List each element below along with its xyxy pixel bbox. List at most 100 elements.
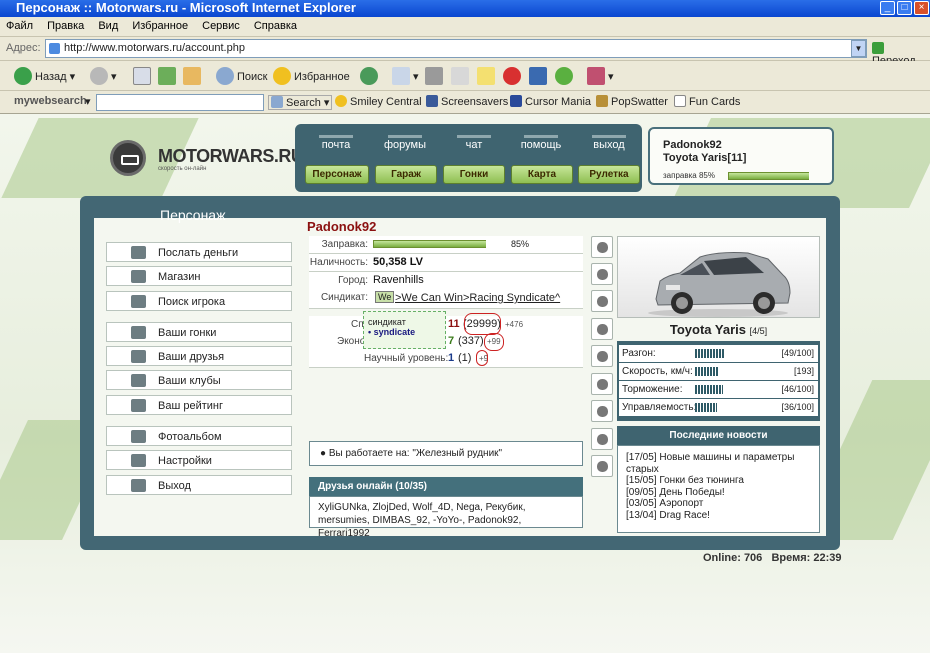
nav-forums[interactable]: форумы bbox=[376, 135, 434, 151]
close-button[interactable]: × bbox=[914, 1, 929, 15]
nav-character-button[interactable]: Персонаж bbox=[305, 165, 369, 184]
forward-button[interactable]: ▾ bbox=[90, 67, 117, 85]
nav-chat[interactable]: чат bbox=[445, 135, 503, 151]
favorites-button[interactable]: Избранное bbox=[273, 67, 350, 85]
menu-send-money[interactable]: Послать деньги bbox=[106, 242, 292, 262]
menu-your-clubs[interactable]: Ваши клубы bbox=[106, 370, 292, 390]
mywebsearch-logo: mywebsearch bbox=[14, 95, 87, 107]
science-level: 1 bbox=[448, 352, 455, 364]
notes-icon bbox=[477, 67, 495, 85]
search-button[interactable]: Поиск bbox=[216, 67, 267, 85]
nav-roulette-button[interactable]: Рулетка bbox=[578, 165, 640, 184]
turbo-icon[interactable] bbox=[591, 400, 613, 422]
print-button[interactable] bbox=[425, 67, 443, 85]
menu-exit[interactable]: Выход bbox=[106, 475, 292, 495]
menu-file[interactable]: Файл bbox=[0, 17, 38, 32]
fuel-percent: 85% bbox=[511, 239, 530, 249]
menu-your-friends[interactable]: Ваши друзья bbox=[106, 346, 292, 366]
search-toolbar: mywebsearch ▾ Search ▾ Smiley Central Sc… bbox=[0, 91, 930, 114]
cursor-icon bbox=[510, 95, 522, 107]
car-stats-table: Разгон: [49/100] Скорость, км/ч: [193] Т… bbox=[617, 341, 820, 421]
menu-favorites[interactable]: Избранное bbox=[126, 17, 193, 32]
menu-your-races[interactable]: Ваши гонки bbox=[106, 322, 292, 342]
menu-photo-album[interactable]: Фотоальбом bbox=[106, 426, 292, 446]
news-item[interactable]: [03/05] Аэропорт bbox=[626, 498, 811, 510]
wheel-rim-icon[interactable] bbox=[591, 373, 613, 395]
web-search-button[interactable]: Search ▾ bbox=[268, 95, 333, 110]
site-logo[interactable]: MOTORWARS.RU скорость он-лайн bbox=[110, 140, 304, 176]
history-button[interactable] bbox=[360, 67, 381, 85]
news-item[interactable]: [13/04] Drag Race! bbox=[626, 510, 811, 522]
link-fun-cards[interactable]: Fun Cards bbox=[674, 95, 740, 108]
section-title: Персонаж bbox=[160, 207, 226, 223]
news-item[interactable]: [15/05] Гонки без тюнинга bbox=[626, 475, 811, 487]
print-icon bbox=[425, 67, 443, 85]
translate-button[interactable]: ▾ bbox=[587, 67, 614, 85]
menu-bar: Файл Правка Вид Избранное Сервис Справка bbox=[0, 17, 930, 37]
nav-logout[interactable]: выход bbox=[580, 135, 638, 151]
menu-edit[interactable]: Правка bbox=[41, 17, 89, 32]
browser-toolbar: Назад ▾ ▾ Поиск Избранное ▾ ▾ bbox=[0, 61, 930, 91]
tool-button-2[interactable] bbox=[555, 67, 576, 85]
nav-races-button[interactable]: Гонки bbox=[443, 165, 505, 184]
spark-plug-icon[interactable] bbox=[591, 290, 613, 312]
work-status: ● Вы работаете на: "Железный рудник" bbox=[309, 441, 583, 466]
camera-icon bbox=[131, 430, 146, 443]
window-title-bar: Персонаж :: Motorwars.ru - Microsoft Int… bbox=[0, 0, 930, 17]
tire-icon[interactable] bbox=[591, 263, 613, 285]
at-sign-icon bbox=[503, 67, 521, 85]
link-screensavers[interactable]: Screensavers bbox=[426, 95, 508, 108]
tool-button-1[interactable] bbox=[529, 67, 547, 85]
brake-disc-icon[interactable] bbox=[591, 345, 613, 367]
back-arrow-icon bbox=[14, 67, 32, 85]
link-smiley-central[interactable]: Smiley Central bbox=[335, 95, 422, 108]
stop-button[interactable] bbox=[133, 67, 151, 85]
economy-label: Эконо bbox=[337, 336, 366, 347]
friends-header: Друзья онлайн (10/35) bbox=[309, 477, 583, 496]
refresh-button[interactable] bbox=[158, 67, 176, 85]
edit-button[interactable] bbox=[451, 67, 469, 85]
tool-icon bbox=[529, 67, 547, 85]
stat-bar bbox=[695, 385, 723, 394]
spoiler-icon[interactable] bbox=[591, 318, 613, 340]
maximize-button[interactable]: □ bbox=[897, 1, 912, 15]
forward-arrow-icon bbox=[90, 67, 108, 85]
magnifier-icon bbox=[131, 295, 146, 308]
nav-help[interactable]: помощь bbox=[512, 135, 570, 151]
news-item[interactable]: [17/05] Новые машины и параметры старых bbox=[626, 452, 811, 475]
nav-map-button[interactable]: Карта bbox=[511, 165, 573, 184]
stat-braking: Торможение: [46/100] bbox=[619, 381, 818, 398]
nav-mail[interactable]: почта bbox=[307, 135, 365, 151]
engine-icon[interactable] bbox=[591, 428, 613, 450]
menu-tools[interactable]: Сервис bbox=[196, 17, 245, 32]
shock-absorber-icon[interactable] bbox=[591, 236, 613, 258]
address-dropdown-icon[interactable]: ▼ bbox=[851, 40, 866, 57]
menu-settings[interactable]: Настройки bbox=[106, 450, 292, 470]
chevron-down-icon[interactable]: ▾ bbox=[85, 95, 91, 108]
friends-list[interactable]: XyliGUNka, ZlojDed, Wolf_4D, Nega, Рекуб… bbox=[309, 496, 583, 539]
address-input[interactable]: http://www.motorwars.ru/account.php bbox=[45, 39, 867, 58]
link-popswatter[interactable]: PopSwatter bbox=[596, 95, 668, 108]
nitro-icon[interactable] bbox=[591, 455, 613, 477]
menu-your-rating[interactable]: Ваш рейтинг bbox=[106, 395, 292, 415]
home-button[interactable] bbox=[183, 67, 201, 85]
link-cursor-mania[interactable]: Cursor Mania bbox=[510, 95, 591, 108]
star-icon bbox=[273, 67, 291, 85]
menu-view[interactable]: Вид bbox=[92, 17, 123, 32]
menu-find-player[interactable]: Поиск игрока bbox=[106, 291, 292, 311]
back-button[interactable]: Назад ▾ bbox=[14, 67, 75, 85]
menu-shop[interactable]: Магазин bbox=[106, 266, 292, 286]
sport-label: Сп bbox=[351, 319, 364, 330]
messenger-button[interactable] bbox=[503, 67, 524, 85]
menu-help[interactable]: Справка bbox=[248, 17, 302, 32]
minimize-button[interactable]: _ bbox=[880, 1, 895, 15]
web-search-input[interactable] bbox=[96, 94, 264, 111]
news-item[interactable]: [09/05] День Победы! bbox=[626, 487, 811, 499]
syndicate-link[interactable]: >We Can Win>Racing Syndicate^ bbox=[395, 292, 560, 304]
notes-button[interactable] bbox=[477, 67, 495, 85]
news-header: Последние новости bbox=[617, 426, 820, 445]
profile-name: Padonok92 bbox=[663, 139, 722, 151]
nav-garage-button[interactable]: Гараж bbox=[375, 165, 437, 184]
mail-button[interactable]: ▾ bbox=[392, 67, 419, 85]
cash-row: Наличность: 50,358 LV bbox=[309, 254, 583, 272]
